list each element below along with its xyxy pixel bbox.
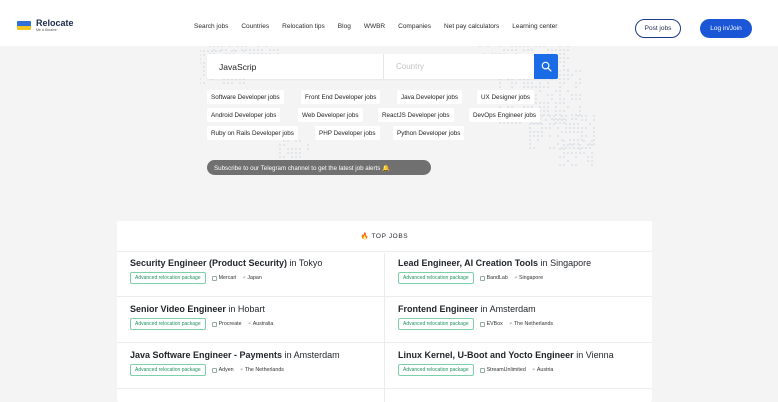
site-header: Relocate Me a Ukraine Search jobs Countr… bbox=[0, 0, 778, 46]
relocation-package-badge: Advanced relocation package bbox=[398, 364, 474, 376]
job-country: ⌖ Singapore bbox=[513, 274, 544, 282]
building-icon bbox=[211, 275, 217, 281]
top-jobs-card: 🔥 TOP JOBS Security Engineer (Product Sec… bbox=[117, 221, 652, 402]
job-title[interactable]: Security Engineer (Product Security) bbox=[130, 258, 287, 268]
nav-search-jobs[interactable]: Search jobs bbox=[194, 23, 228, 30]
job-city: Tokyo bbox=[298, 258, 323, 268]
brand-logo[interactable]: Relocate Me a Ukraine bbox=[17, 19, 74, 33]
job-card[interactable]: Frontend Engineer in Amsterdam Advanced … bbox=[398, 304, 553, 330]
main-nav: Search jobs Countries Relocation tips Bl… bbox=[194, 23, 557, 30]
telegram-subscribe-banner[interactable]: Subscribe to our Telegram channel to get… bbox=[207, 160, 431, 175]
country-input[interactable]: Country bbox=[384, 54, 534, 79]
ukraine-flag-icon bbox=[17, 21, 31, 31]
chip-java-developer[interactable]: Java Developer jobs bbox=[397, 90, 463, 104]
job-title[interactable]: Senior Video Engineer bbox=[130, 304, 226, 314]
fire-icon: 🔥 bbox=[360, 233, 370, 240]
relocation-package-badge: Advanced relocation package bbox=[130, 364, 206, 376]
relocation-package-badge: Advanced relocation package bbox=[398, 318, 474, 330]
chip-php-developer[interactable]: PHP Developer jobs bbox=[315, 126, 380, 140]
job-country: ⌖ Japan bbox=[242, 274, 262, 282]
job-card[interactable]: Senior Video Engineer in Hobart Advanced… bbox=[130, 304, 273, 330]
nav-countries[interactable]: Countries bbox=[241, 23, 269, 30]
top-jobs-heading: 🔥 TOP JOBS bbox=[360, 233, 409, 240]
nav-net-pay-calculators[interactable]: Net pay calculators bbox=[444, 23, 499, 30]
job-title[interactable]: Frontend Engineer bbox=[398, 304, 478, 314]
chip-android-developer[interactable]: Android Developer jobs bbox=[207, 108, 281, 122]
job-city: Amsterdam bbox=[489, 304, 536, 314]
chip-python-developer[interactable]: Python Developer jobs bbox=[393, 126, 465, 140]
job-company: BandLab bbox=[479, 275, 508, 281]
chip-reactjs-developer[interactable]: ReactJS Developer jobs bbox=[378, 108, 454, 122]
divider bbox=[117, 251, 652, 252]
job-city: Vienna bbox=[585, 350, 614, 360]
location-pin-icon: ⌖ bbox=[508, 320, 512, 327]
building-icon bbox=[479, 275, 485, 281]
building-icon bbox=[211, 321, 217, 327]
building-icon bbox=[479, 367, 485, 373]
job-company: Mercari bbox=[211, 275, 236, 281]
chip-front-end-developer[interactable]: Front End Developer jobs bbox=[301, 90, 381, 104]
chip-web-developer[interactable]: Web Developer jobs bbox=[298, 108, 363, 122]
brand-name: Relocate bbox=[36, 18, 74, 28]
relocation-package-badge: Advanced relocation package bbox=[398, 272, 474, 284]
location-pin-icon: ⌖ bbox=[242, 274, 246, 281]
job-country: ⌖ Austria bbox=[531, 366, 554, 374]
building-icon bbox=[211, 367, 217, 373]
location-pin-icon: ⌖ bbox=[239, 366, 243, 373]
location-pin-icon: ⌖ bbox=[531, 366, 535, 373]
relocation-package-badge: Advanced relocation package bbox=[130, 272, 206, 284]
keyword-input[interactable]: JavaScrip bbox=[207, 54, 384, 79]
brand-tagline: Me a Ukraine bbox=[36, 28, 57, 32]
job-card[interactable]: Java Software Engineer - Payments in Ams… bbox=[130, 350, 340, 376]
chip-devops-engineer[interactable]: DevOps Engineer jobs bbox=[469, 108, 541, 122]
location-pin-icon: ⌖ bbox=[513, 274, 517, 281]
chip-ruby-on-rails-developer[interactable]: Ruby on Rails Developer jobs bbox=[207, 126, 298, 140]
column-divider bbox=[384, 253, 385, 402]
job-company: StreamUnlimited bbox=[479, 367, 526, 373]
search-icon bbox=[541, 61, 552, 72]
job-city: Singapore bbox=[550, 258, 592, 268]
job-card[interactable]: Security Engineer (Product Security) in … bbox=[130, 258, 322, 284]
login-button[interactable]: Log in/Join bbox=[700, 19, 752, 38]
chip-software-developer[interactable]: Software Developer jobs bbox=[207, 90, 284, 104]
nav-relocation-tips[interactable]: Relocation tips bbox=[282, 23, 325, 30]
job-country: ⌖ Australia bbox=[247, 320, 274, 328]
job-title[interactable]: Lead Engineer, AI Creation Tools bbox=[398, 258, 538, 268]
job-search-bar: JavaScrip Country bbox=[207, 54, 558, 79]
job-country: ⌖ The Netherlands bbox=[508, 320, 554, 328]
building-icon bbox=[479, 321, 485, 327]
job-card[interactable]: Lead Engineer, AI Creation Tools in Sing… bbox=[398, 258, 591, 284]
job-title[interactable]: Linux Kernel, U-Boot and Yocto Engineer bbox=[398, 350, 574, 360]
job-title[interactable]: Java Software Engineer - Payments bbox=[130, 350, 282, 360]
job-city: Amsterdam bbox=[293, 350, 340, 360]
nav-companies[interactable]: Companies bbox=[398, 23, 431, 30]
nav-blog[interactable]: Blog bbox=[338, 23, 351, 30]
chip-ux-designer[interactable]: UX Designer jobs bbox=[477, 90, 534, 104]
job-city: Hobart bbox=[237, 304, 265, 314]
nav-learning-center[interactable]: Learning center bbox=[512, 23, 557, 30]
location-pin-icon: ⌖ bbox=[247, 320, 251, 327]
job-company: EVBox bbox=[479, 321, 503, 327]
post-jobs-button[interactable]: Post jobs bbox=[635, 19, 681, 38]
relocation-package-badge: Advanced relocation package bbox=[130, 318, 206, 330]
job-company: Adyen bbox=[211, 367, 234, 373]
job-company: Procreate bbox=[211, 321, 242, 327]
search-button[interactable] bbox=[534, 54, 558, 79]
job-country: ⌖ The Netherlands bbox=[239, 366, 284, 374]
job-card[interactable]: Linux Kernel, U-Boot and Yocto Engineer … bbox=[398, 350, 614, 376]
nav-wwbr[interactable]: WWBR bbox=[364, 23, 385, 30]
